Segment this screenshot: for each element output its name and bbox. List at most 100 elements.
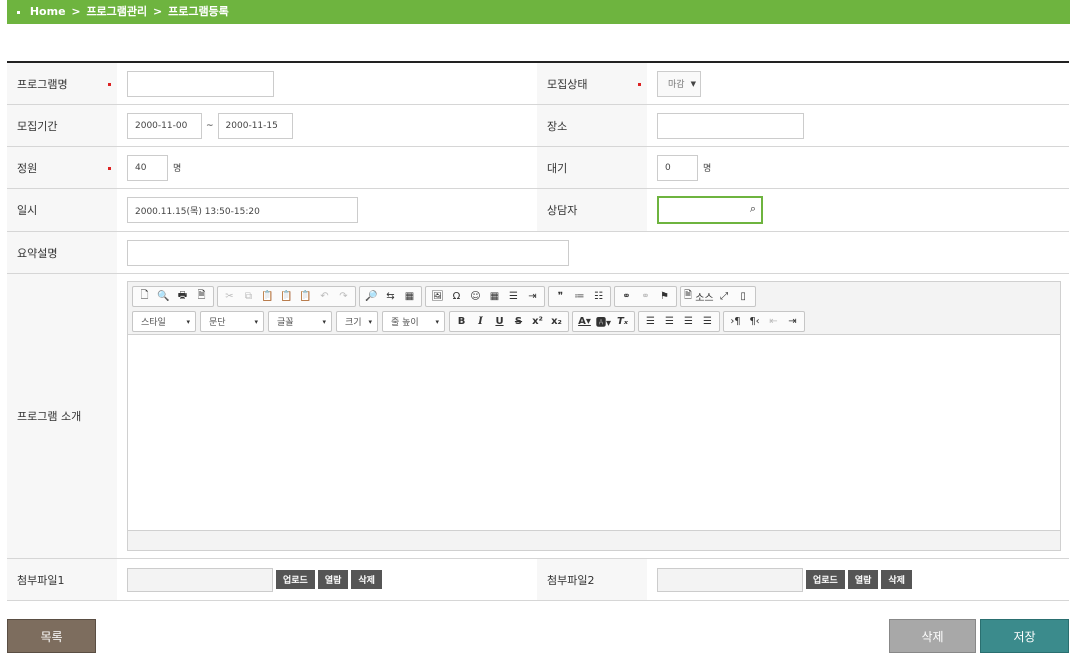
editor-toolbar: 🗋 🔍 🖶 🗎 ✂ ⧉ 📋 📋 📋 ↶ ↷ 🔎 ⇆ ▦ 🖼 Ω ☺ ▦ ☰ ⇥ … <box>128 282 1060 335</box>
dropdown-arrow-icon: ▾ <box>322 317 326 326</box>
strikethrough-icon[interactable]: S <box>509 313 528 330</box>
font-combo[interactable]: 글꼴 ▾ <box>268 311 332 332</box>
summary-input[interactable] <box>127 239 569 266</box>
attach2-upload-button[interactable]: 업로드 <box>806 570 845 589</box>
indent-icon[interactable]: ⇥ <box>523 288 542 305</box>
copy-icon[interactable]: ⧉ <box>239 288 258 305</box>
counselor-label: 상담자 <box>537 189 647 231</box>
attach2-file-field[interactable] <box>657 567 803 592</box>
outdent-block-icon[interactable]: ⇤ <box>764 313 783 330</box>
counselor-search-field[interactable]: ⌕ <box>657 196 763 224</box>
underline-icon[interactable]: U <box>490 313 509 330</box>
blockquote-icon[interactable]: ❞ <box>551 288 570 305</box>
toolbar-group-insert: 🖼 Ω ☺ ▦ ☰ ⇥ <box>425 286 545 307</box>
attach1-label: 첨부파일1 <box>7 559 117 600</box>
numbered-list-icon[interactable]: ≔ <box>570 288 589 305</box>
anchor-flag-icon[interactable]: ⚑ <box>655 288 674 305</box>
italic-icon[interactable]: I <box>471 313 490 330</box>
breadcrumb-home[interactable]: Home <box>30 5 66 18</box>
dropdown-arrow-icon: ▾ <box>435 317 439 326</box>
bold-icon[interactable]: B <box>452 313 471 330</box>
preview-icon[interactable]: 🔍 <box>154 288 173 305</box>
recruit-start-date-input[interactable] <box>127 112 202 139</box>
show-blocks-icon[interactable]: ▯ <box>734 288 753 305</box>
text-color-icon[interactable]: A▾ <box>575 313 594 330</box>
summary-cell <box>117 232 569 273</box>
replace-icon[interactable]: ⇆ <box>381 288 400 305</box>
form-row: 프로그램 소개 🗋 🔍 🖶 🗎 ✂ ⧉ 📋 📋 📋 ↶ ↷ 🔎 ⇆ ▦ 🖼 Ω … <box>7 274 1069 559</box>
attach1-cell: 업로드 열람 삭제 <box>117 559 537 600</box>
list-button[interactable]: 목록 <box>7 619 96 653</box>
bullet-icon <box>17 10 20 14</box>
breadcrumb-program-register: 프로그램등록 <box>168 5 229 18</box>
background-color-icon[interactable]: 🅰▾ <box>594 313 613 330</box>
attach1-delete-button[interactable]: 삭제 <box>351 570 382 589</box>
recruit-end-date-input[interactable] <box>217 112 293 139</box>
program-form: 프로그램명 모집상태 마감 ▼ 모집기간 ~ 장소 <box>7 61 1069 601</box>
select-all-icon[interactable]: ▦ <box>400 288 419 305</box>
form-row: 프로그램명 모집상태 마감 ▼ <box>7 63 1069 105</box>
waiting-label: 대기 <box>537 147 647 188</box>
recruit-status-select[interactable]: 마감 ▼ <box>657 70 701 97</box>
editor-status-bar <box>128 530 1060 550</box>
print-icon[interactable]: 🖶 <box>173 288 192 305</box>
venue-input[interactable] <box>657 112 804 139</box>
paragraph-combo[interactable]: 문단 ▾ <box>200 311 264 332</box>
find-icon[interactable]: 🔎 <box>362 288 381 305</box>
toolbar-group-source: 🗎 소스 ⤢ ▯ <box>680 286 756 307</box>
attach1-file-field[interactable] <box>127 567 273 592</box>
align-right-icon[interactable]: ☰ <box>679 313 698 330</box>
dropdown-arrow-icon: ▾ <box>186 317 190 326</box>
datetime-input[interactable] <box>127 197 358 223</box>
size-combo[interactable]: 크기 ▾ <box>336 311 378 332</box>
bulleted-list-icon[interactable]: ☷ <box>589 288 608 305</box>
recruit-period-cell: ~ <box>117 105 537 146</box>
align-left-icon[interactable]: ☰ <box>641 313 660 330</box>
image-icon[interactable]: 🖼 <box>428 288 447 305</box>
new-page-icon[interactable]: 🗋 <box>135 288 154 305</box>
delete-button[interactable]: 삭제 <box>889 619 976 653</box>
venue-label: 장소 <box>537 105 647 146</box>
ltr-icon[interactable]: ›¶ <box>726 313 745 330</box>
line-height-combo[interactable]: 줄 높이 ▾ <box>382 311 445 332</box>
special-char-icon[interactable]: Ω <box>447 288 466 305</box>
program-name-input[interactable] <box>127 70 274 97</box>
template-icon[interactable]: 🗎 <box>192 288 211 305</box>
form-row: 첨부파일1 업로드 열람 삭제 첨부파일2 업로드 열람 삭제 <box>7 559 1069 601</box>
undo-icon[interactable]: ↶ <box>315 288 334 305</box>
summary-label: 요약설명 <box>7 232 117 273</box>
table-icon[interactable]: ▦ <box>485 288 504 305</box>
attach2-cell: 업로드 열람 삭제 <box>647 559 912 600</box>
toolbar-group-find: 🔎 ⇆ ▦ <box>359 286 422 307</box>
unlink-icon[interactable]: ⚭ <box>636 288 655 305</box>
redo-icon[interactable]: ↷ <box>334 288 353 305</box>
horizontal-rule-icon[interactable]: ☰ <box>504 288 523 305</box>
save-button[interactable]: 저장 <box>980 619 1069 653</box>
search-icon[interactable]: ⌕ <box>750 202 756 216</box>
attach1-upload-button[interactable]: 업로드 <box>276 570 315 589</box>
paste-icon[interactable]: 📋 <box>258 288 277 305</box>
editor-content-area[interactable] <box>128 335 1060 530</box>
breadcrumb-program-management[interactable]: 프로그램관리 <box>86 5 147 18</box>
style-combo[interactable]: 스타일 ▾ <box>132 311 196 332</box>
smiley-icon[interactable]: ☺ <box>466 288 485 305</box>
cut-icon[interactable]: ✂ <box>220 288 239 305</box>
recruit-status-cell: 마감 ▼ <box>647 63 701 104</box>
indent-block-icon[interactable]: ⇥ <box>783 313 802 330</box>
attach2-delete-button[interactable]: 삭제 <box>881 570 912 589</box>
align-center-icon[interactable]: ☰ <box>660 313 679 330</box>
paste-word-icon[interactable]: 📋 <box>296 288 315 305</box>
align-justify-icon[interactable]: ☰ <box>698 313 717 330</box>
superscript-icon[interactable]: x² <box>528 313 547 330</box>
attach2-view-button[interactable]: 열람 <box>847 570 879 589</box>
capacity-input[interactable] <box>127 154 168 181</box>
paste-text-icon[interactable]: 📋 <box>277 288 296 305</box>
source-button[interactable]: 🗎 소스 <box>683 288 715 305</box>
maximize-icon[interactable]: ⤢ <box>715 288 734 305</box>
waiting-input[interactable] <box>657 154 698 181</box>
link-icon[interactable]: ⚭ <box>617 288 636 305</box>
remove-format-icon[interactable]: Tₓ <box>613 313 632 330</box>
attach1-view-button[interactable]: 열람 <box>317 570 349 589</box>
rtl-icon[interactable]: ¶‹ <box>745 313 764 330</box>
subscript-icon[interactable]: x₂ <box>547 313 566 330</box>
